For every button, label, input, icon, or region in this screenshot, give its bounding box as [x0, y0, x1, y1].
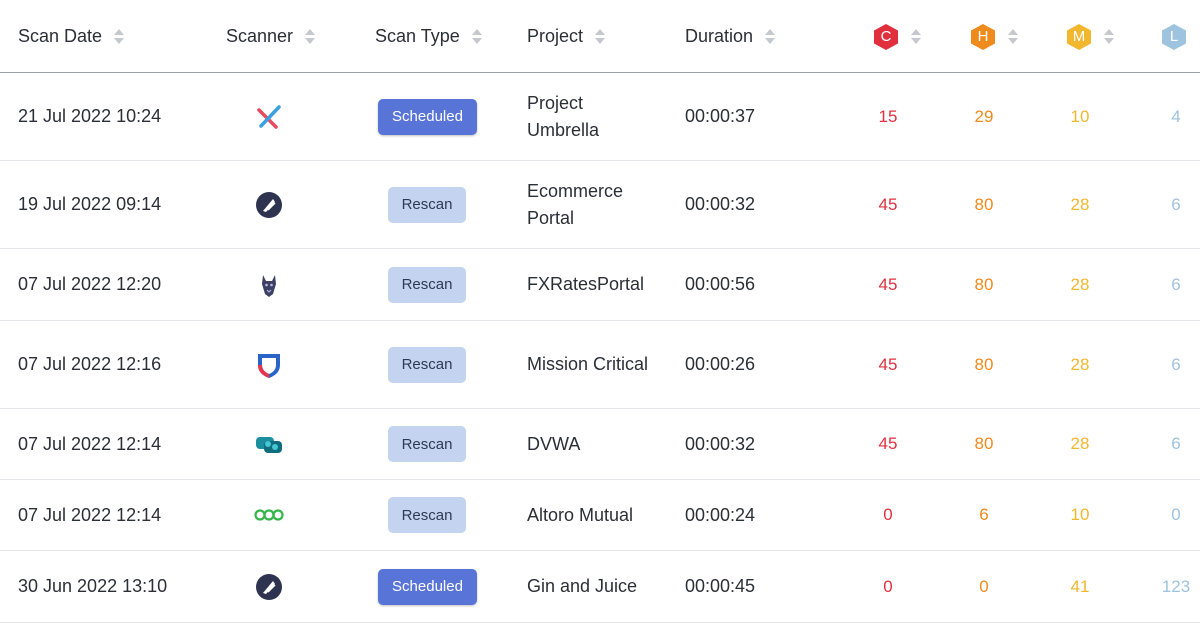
high-count: 80 — [974, 274, 994, 294]
low-count: 0 — [1171, 505, 1181, 524]
header-scan-type[interactable]: Scan Type — [375, 0, 482, 73]
critical-count: 45 — [878, 434, 898, 453]
scan-type-scheduled-button[interactable]: Scheduled — [378, 98, 477, 135]
medium-count: 41 — [1070, 576, 1090, 596]
medium-count: 10 — [1070, 106, 1090, 126]
low-count: 6 — [1171, 274, 1181, 294]
rings-scanner-icon — [252, 498, 286, 532]
duration-cell: 00:00:37 — [685, 106, 756, 126]
project-cell[interactable]: Ecommerce Portal — [527, 161, 657, 248]
medium-count: 28 — [1070, 194, 1090, 214]
wolf-scanner-icon — [252, 268, 286, 302]
scan-results-table: Scan Date Scanner Scan Type Project Dura… — [0, 0, 1200, 630]
scan-date-cell: 07 Jul 2022 12:16 — [18, 354, 162, 374]
scan-type-rescan-button[interactable]: Rescan — [388, 426, 466, 462]
scan-date-cell: 07 Jul 2022 12:20 — [18, 274, 162, 294]
critical-count: 0 — [883, 576, 893, 596]
scan-date-cell: 19 Jul 2022 09:14 — [18, 194, 162, 214]
scan-date-cell: 30 Jun 2022 13:10 — [18, 576, 168, 596]
sort-icon[interactable] — [1104, 29, 1114, 44]
header-medium[interactable]: M — [1066, 0, 1114, 73]
sort-icon[interactable] — [1008, 29, 1018, 44]
project-cell[interactable]: Mission Critical — [527, 321, 657, 408]
high-count: 29 — [974, 106, 994, 126]
project-cell[interactable]: Gin and Juice — [527, 551, 657, 622]
sort-icon[interactable] — [471, 29, 482, 44]
high-count: 80 — [974, 434, 994, 453]
header-scanner[interactable]: Scanner — [226, 0, 316, 73]
duration-cell: 00:00:32 — [685, 433, 756, 454]
sort-icon[interactable] — [911, 29, 921, 44]
header-high[interactable]: H — [970, 0, 1018, 73]
low-count: 6 — [1171, 434, 1181, 453]
sort-icon[interactable] — [114, 29, 125, 44]
medium-count: 28 — [1070, 274, 1090, 294]
burp-scanner-icon — [252, 188, 286, 222]
medium-severity-icon: M — [1066, 23, 1092, 51]
medium-count: 28 — [1070, 354, 1090, 374]
low-count: 4 — [1171, 106, 1181, 126]
medium-count: 10 — [1070, 505, 1090, 524]
table-row[interactable]: 30 Jun 2022 13:10 Scheduled Gin and Juic… — [0, 551, 1200, 623]
high-count: 80 — [974, 354, 994, 374]
high-count: 0 — [979, 576, 989, 596]
table-header: Scan Date Scanner Scan Type Project Dura… — [0, 0, 1200, 73]
table-row[interactable]: 07 Jul 2022 12:20 Rescan FXRatesPortal 0… — [0, 249, 1200, 321]
duration-cell: 00:00:32 — [685, 194, 756, 214]
critical-severity-icon: C — [873, 23, 899, 51]
critical-count: 45 — [878, 354, 898, 374]
duration-cell: 00:00:24 — [685, 504, 756, 525]
low-count: 123 — [1161, 576, 1191, 596]
burp-scanner-icon — [252, 570, 286, 604]
duration-cell: 00:00:26 — [685, 354, 756, 374]
scan-type-rescan-button[interactable]: Rescan — [388, 266, 466, 303]
table-row[interactable]: 07 Jul 2022 12:16 Rescan Mission Critica… — [0, 321, 1200, 409]
header-low[interactable]: L — [1161, 0, 1187, 73]
duration-cell: 00:00:45 — [685, 576, 756, 596]
cloud-scanner-icon — [252, 427, 286, 461]
critical-count: 15 — [878, 106, 898, 126]
low-count: 6 — [1171, 354, 1181, 374]
medium-count: 28 — [1070, 434, 1090, 453]
table-row[interactable]: 07 Jul 2022 12:14 Rescan DVWA 00:00:32 4… — [0, 409, 1200, 480]
header-critical[interactable]: C — [873, 0, 921, 73]
scan-type-rescan-button[interactable]: Rescan — [388, 497, 466, 533]
project-cell[interactable]: FXRatesPortal — [527, 249, 657, 320]
header-project[interactable]: Project — [527, 0, 606, 73]
table-row[interactable]: 21 Jul 2022 10:24 Scheduled Project Umbr… — [0, 73, 1200, 161]
sort-icon[interactable] — [765, 29, 776, 44]
critical-count: 45 — [878, 274, 898, 294]
low-severity-icon: L — [1161, 23, 1187, 51]
scan-date-cell: 07 Jul 2022 12:14 — [18, 504, 162, 525]
scan-type-rescan-button[interactable]: Rescan — [388, 346, 466, 383]
critical-count: 0 — [883, 505, 893, 524]
critical-count: 45 — [878, 194, 898, 214]
scan-type-rescan-button[interactable]: Rescan — [388, 186, 466, 223]
high-severity-icon: H — [970, 23, 996, 51]
header-scan-date[interactable]: Scan Date — [18, 0, 125, 73]
scan-date-cell: 21 Jul 2022 10:24 — [18, 106, 162, 126]
table-row[interactable]: 07 Jul 2022 12:14 Rescan Altoro Mutual 0… — [0, 480, 1200, 551]
project-cell[interactable]: Altoro Mutual — [527, 480, 657, 550]
project-cell[interactable]: Project Umbrella — [527, 73, 657, 160]
shield-scanner-icon — [252, 348, 286, 382]
project-cell[interactable]: DVWA — [527, 409, 657, 479]
header-duration[interactable]: Duration — [685, 0, 776, 73]
cross-scanner-icon — [252, 100, 286, 134]
duration-cell: 00:00:56 — [685, 274, 756, 294]
high-count: 6 — [979, 505, 989, 524]
table-row[interactable]: 19 Jul 2022 09:14 Rescan Ecommerce Porta… — [0, 161, 1200, 249]
low-count: 6 — [1171, 194, 1181, 214]
sort-icon[interactable] — [595, 29, 606, 44]
scan-date-cell: 07 Jul 2022 12:14 — [18, 433, 162, 454]
sort-icon[interactable] — [305, 29, 316, 44]
scan-type-scheduled-button[interactable]: Scheduled — [378, 568, 477, 605]
high-count: 80 — [974, 194, 994, 214]
